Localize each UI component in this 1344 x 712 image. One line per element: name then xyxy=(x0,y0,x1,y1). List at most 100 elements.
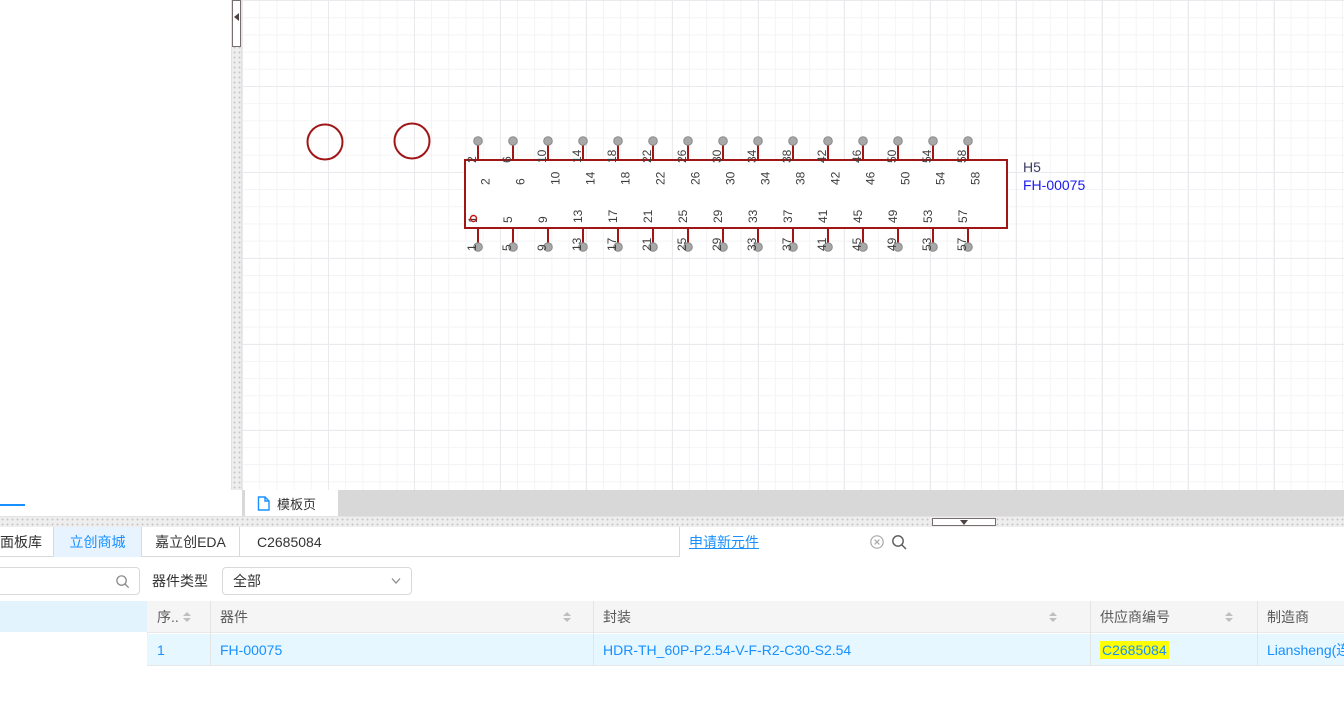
sort-icon[interactable] xyxy=(1049,612,1057,622)
part-type-selected-value: 全部 xyxy=(233,573,261,589)
filter-search-input[interactable] xyxy=(1,568,101,594)
svg-text:17: 17 xyxy=(606,209,620,223)
vertical-splitter[interactable] xyxy=(231,0,242,490)
svg-text:5: 5 xyxy=(500,244,514,251)
svg-text:21: 21 xyxy=(640,237,654,251)
search-icon[interactable] xyxy=(115,574,130,589)
svg-text:38: 38 xyxy=(794,171,808,185)
svg-text:9: 9 xyxy=(535,244,549,251)
pin-13[interactable]: 13 13 xyxy=(570,209,588,252)
svg-text:30: 30 xyxy=(724,171,738,185)
svg-text:42: 42 xyxy=(829,171,843,185)
tab-label: 嘉立创EDA xyxy=(155,534,226,550)
pin-45[interactable]: 45 45 xyxy=(850,209,868,252)
filter-search-box xyxy=(0,567,140,595)
svg-text:53: 53 xyxy=(921,209,935,223)
symbol-designator[interactable]: H5 xyxy=(1023,159,1041,176)
pin-41[interactable]: 41 41 xyxy=(815,209,833,252)
svg-text:10: 10 xyxy=(549,171,563,185)
svg-text:10: 10 xyxy=(535,149,549,163)
pin-37[interactable]: 37 37 xyxy=(780,209,798,252)
pin-17[interactable]: 1717 xyxy=(605,209,623,252)
sheet-tab-label: 模板页 xyxy=(277,496,317,512)
svg-text:38: 38 xyxy=(780,149,794,163)
tab-panel-library[interactable]: 面板库 xyxy=(0,527,53,557)
pin-9[interactable]: 99 xyxy=(535,216,553,252)
pin-5[interactable]: 55 xyxy=(500,216,518,252)
svg-text:14: 14 xyxy=(570,149,584,163)
svg-text:50: 50 xyxy=(885,149,899,163)
table-row[interactable]: 1 FH-00075 HDR-TH_60P-P2.54-V-F-R2-C30-S… xyxy=(147,634,1344,666)
part-type-select[interactable]: 全部 xyxy=(222,567,412,595)
svg-text:26: 26 xyxy=(675,149,689,163)
header-footprint[interactable]: 封装 xyxy=(593,601,631,633)
mounting-hole-circle[interactable] xyxy=(306,123,344,161)
svg-text:17: 17 xyxy=(605,237,619,251)
component-search-input[interactable] xyxy=(240,527,640,556)
clear-search-icon[interactable] xyxy=(870,535,884,549)
tab-jlc-eda[interactable]: 嘉立创EDA xyxy=(142,527,240,557)
results-table: 序.. 器件 封装 供应商编号 制造商 1 FH-00075 HDR-TH_60… xyxy=(147,601,1344,666)
table-header-row: 序.. 器件 封装 供应商编号 制造商 xyxy=(147,601,1344,633)
svg-text:34: 34 xyxy=(759,171,773,185)
column-divider xyxy=(210,601,211,666)
pin-33[interactable]: 33 33 xyxy=(745,209,763,252)
highlighted-supplier-id: C2685084 xyxy=(1100,641,1169,659)
cell-footprint[interactable]: HDR-TH_60P-P2.54-V-F-R2-C30-S2.54 xyxy=(593,634,1090,666)
svg-text:49: 49 xyxy=(885,237,899,251)
tab-lcsc-mall[interactable]: 立创商城 xyxy=(53,527,142,557)
svg-text:6: 6 xyxy=(514,178,528,185)
svg-text:21: 21 xyxy=(641,209,655,223)
pin-21[interactable]: 21 21 xyxy=(640,209,658,252)
cell-index: 1 xyxy=(157,642,165,658)
collapse-left-handle[interactable] xyxy=(232,0,241,47)
svg-text:33: 33 xyxy=(745,237,759,251)
header-supplier-id[interactable]: 供应商编号 xyxy=(1090,601,1170,633)
svg-text:1: 1 xyxy=(465,244,479,251)
symbol-name[interactable]: FH-00075 xyxy=(1023,177,1085,194)
header-part[interactable]: 器件 xyxy=(210,601,248,633)
svg-text:2: 2 xyxy=(479,178,493,185)
schematic-symbol[interactable]: 2266101014141818222226263030343438384242… xyxy=(242,0,1344,490)
svg-text:41: 41 xyxy=(816,209,830,223)
column-divider xyxy=(1257,601,1258,666)
arrow-left-icon xyxy=(234,13,239,21)
header-index[interactable]: 序.. xyxy=(147,601,179,633)
svg-text:54: 54 xyxy=(920,149,934,163)
sort-icon[interactable] xyxy=(563,612,571,622)
svg-text:22: 22 xyxy=(654,171,668,185)
arrow-down-icon xyxy=(960,520,968,525)
part-type-label: 器件类型 xyxy=(152,573,208,589)
svg-text:58: 58 xyxy=(955,149,969,163)
pin-25[interactable]: 25 25 xyxy=(675,209,693,252)
svg-text:49: 49 xyxy=(886,209,900,223)
pin-57[interactable]: 57 57 xyxy=(955,209,973,252)
svg-text:37: 37 xyxy=(781,209,795,223)
collapse-bottom-handle[interactable] xyxy=(932,518,996,526)
pin-53[interactable]: 53 53 xyxy=(920,209,938,252)
svg-text:33: 33 xyxy=(746,209,760,223)
cell-manufacturer[interactable]: Liansheng(连 xyxy=(1257,634,1344,666)
library-tab-bar: 面板库 立创商城 嘉立创EDA 申请新元件 xyxy=(0,527,1344,557)
category-selected-row[interactable] xyxy=(0,601,147,632)
svg-text:53: 53 xyxy=(920,237,934,251)
sort-icon[interactable] xyxy=(1225,612,1233,622)
request-new-part-link[interactable]: 申请新元件 xyxy=(689,527,759,557)
search-icon[interactable] xyxy=(891,534,907,550)
component-search-box xyxy=(240,527,907,557)
horizontal-splitter[interactable] xyxy=(0,516,1344,527)
svg-text:25: 25 xyxy=(675,237,689,251)
sheet-tab-template-page[interactable]: 模板页 xyxy=(245,490,338,516)
tab-label: 面板库 xyxy=(0,534,42,550)
sort-icon[interactable] xyxy=(183,612,191,622)
svg-text:5: 5 xyxy=(501,216,515,223)
svg-text:29: 29 xyxy=(711,209,725,223)
schematic-canvas[interactable]: 2 2 6 6 10 10 14 14 18 18 22 22 26 26 30 30 34 34 38 38 42 42… xyxy=(242,0,1344,490)
pin-29[interactable]: 29 29 xyxy=(710,209,728,252)
pin-49[interactable]: 49 49 xyxy=(885,209,903,252)
cell-part[interactable]: FH-00075 xyxy=(210,634,593,666)
header-manufacturer[interactable]: 制造商 xyxy=(1257,601,1309,633)
svg-text:46: 46 xyxy=(864,171,878,185)
mounting-hole-circle[interactable] xyxy=(393,122,431,160)
cell-supplier-id[interactable]: C2685084 xyxy=(1090,634,1257,666)
